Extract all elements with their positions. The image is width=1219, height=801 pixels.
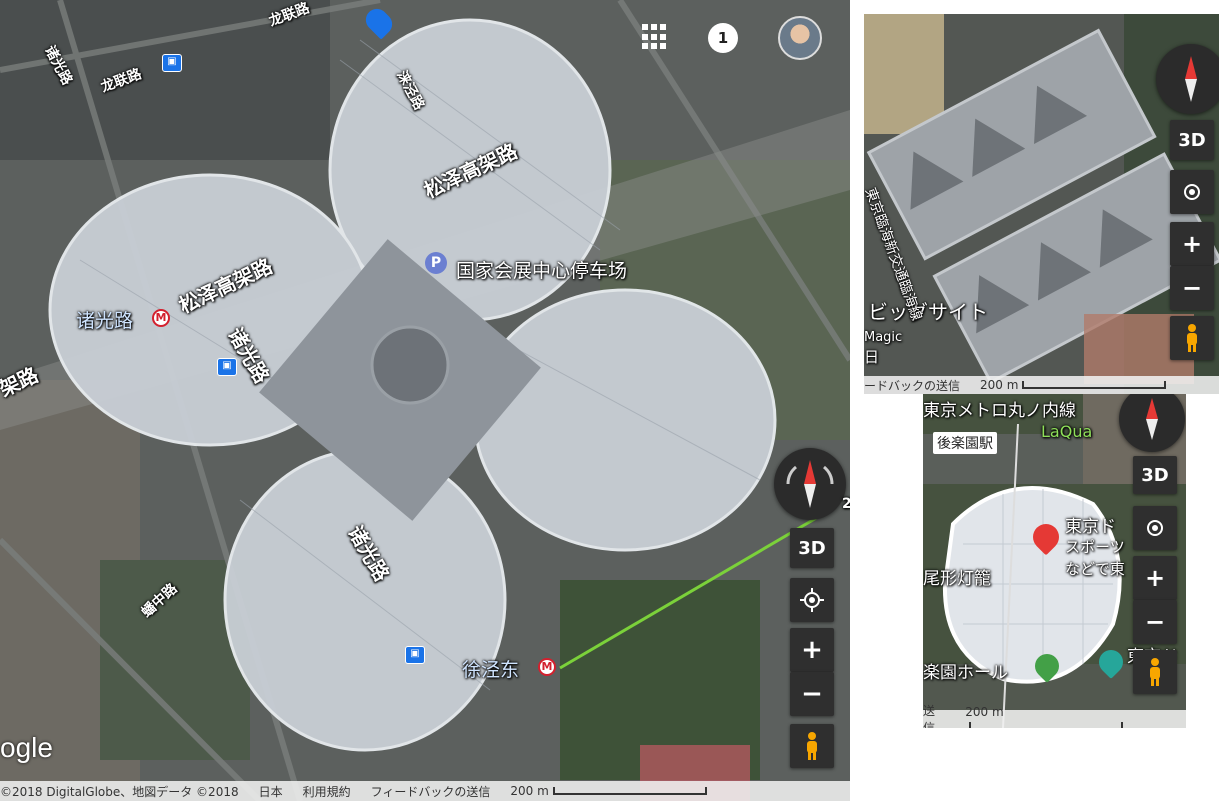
laqua-label[interactable]: LaQua	[1041, 422, 1092, 441]
scale-bar	[969, 722, 1124, 728]
feedback-link[interactable]: ードバックの送信	[864, 377, 960, 394]
compass-needle-icon	[786, 460, 834, 508]
avatar[interactable]	[778, 16, 822, 60]
compass-needle-icon	[1146, 398, 1158, 440]
compass-control[interactable]	[1119, 394, 1185, 452]
bus-stop-icon[interactable]: ▣	[405, 646, 425, 664]
metro-icon[interactable]: M	[538, 658, 556, 676]
zoom-out-button[interactable]: −	[790, 672, 834, 716]
parking-label[interactable]: 国家会展中心停车场	[456, 256, 627, 283]
zoom-out-button[interactable]: −	[1170, 266, 1214, 310]
map-footer: 送信 200 m	[923, 704, 1186, 728]
crosshair-icon	[800, 588, 824, 612]
terms-link[interactable]: 利用規約	[303, 783, 351, 800]
inset-map-big-sight[interactable]: ビッグサイト 東京臨海新交通臨海線 Magic 日 3D + − ードバックの送…	[864, 14, 1219, 394]
zoom-in-button[interactable]: +	[1170, 222, 1214, 266]
google-logo: ogle	[0, 732, 53, 763]
edge-label: 2	[842, 496, 850, 512]
3d-toggle-button[interactable]: 3D	[1133, 456, 1177, 494]
map-footer: ードバックの送信 200 m	[864, 376, 1219, 394]
pegman-button[interactable]	[1170, 316, 1214, 360]
pegman-icon	[1187, 324, 1197, 352]
scale-bar	[1022, 381, 1167, 389]
parking-pin[interactable]: P	[425, 252, 447, 274]
bus-stop-icon[interactable]: ▣	[162, 54, 182, 72]
scale-label[interactable]: 200 m	[510, 784, 726, 798]
compass-control[interactable]	[774, 448, 846, 520]
metro-label-zhuguang[interactable]: 诸光路	[76, 306, 133, 333]
metro-line-label: 東京メトロ丸ノ内線	[923, 401, 1076, 421]
country-link[interactable]: 日本	[259, 783, 283, 800]
station-label[interactable]: 後楽園駅	[933, 432, 997, 454]
my-location-button[interactable]	[1133, 506, 1177, 550]
scale-label[interactable]: 200 m	[965, 705, 1166, 728]
notification-badge[interactable]: 1	[708, 23, 738, 53]
compass-needle-icon	[1185, 56, 1197, 102]
3d-toggle-button[interactable]: 3D	[1170, 120, 1214, 160]
apps-grid-icon[interactable]	[642, 24, 668, 50]
nado-label: などで東	[1065, 560, 1125, 578]
satellite-imagery	[0, 0, 850, 801]
dome-label[interactable]: 東京ド	[1065, 512, 1116, 537]
main-satellite-map[interactable]: 松泽高架路 松泽高架路 诸光路 诸光路 诸光路 龙联路 龙联路 涞泾路 蟠中路 …	[0, 0, 850, 801]
map-footer: ©2018 DigitalGlobe、地図データ ©2018 日本 利用規約 フ…	[0, 781, 850, 801]
scale-bar	[552, 787, 707, 795]
copyright-text: ©2018 DigitalGlobe、地図データ ©2018	[0, 784, 239, 799]
feedback-link[interactable]: フィードバックの送信	[371, 783, 491, 800]
zoom-in-button[interactable]: +	[790, 628, 834, 672]
hall-label[interactable]: 楽園ホール	[923, 658, 1008, 683]
crosshair-icon	[1147, 520, 1163, 536]
big-sight-label[interactable]: ビッグサイト	[868, 296, 988, 325]
zoom-in-button[interactable]: +	[1133, 556, 1177, 600]
feedback-link[interactable]: 送信	[923, 702, 945, 728]
metro-icon[interactable]: M	[152, 309, 170, 327]
pegman-icon	[1150, 658, 1160, 686]
3d-toggle-button[interactable]: 3D	[790, 528, 834, 568]
sports-label: スポーツ	[1065, 538, 1125, 556]
compass-control[interactable]	[1156, 44, 1219, 114]
inset-map-tokyo-dome[interactable]: 東京メトロ丸ノ内線 LaQua 後楽園駅 東京ド スポーツ などで東 尾形灯籠 …	[923, 394, 1186, 728]
scale-label[interactable]: 200 m	[980, 378, 1186, 392]
bus-stop-icon[interactable]: ▣	[217, 358, 237, 376]
my-location-button[interactable]	[1170, 170, 1214, 214]
zoom-out-button[interactable]: −	[1133, 600, 1177, 644]
my-location-button[interactable]	[790, 578, 834, 622]
pegman-icon	[807, 732, 817, 760]
crosshair-icon	[1184, 184, 1200, 200]
nichi-label: 日	[864, 348, 880, 366]
lantern-label: 尾形灯籠	[923, 569, 991, 589]
pegman-button[interactable]	[790, 724, 834, 768]
magic-label: Magic	[864, 330, 903, 345]
pegman-button[interactable]	[1133, 650, 1177, 694]
metro-label-xujing[interactable]: 徐泾东	[462, 655, 519, 682]
